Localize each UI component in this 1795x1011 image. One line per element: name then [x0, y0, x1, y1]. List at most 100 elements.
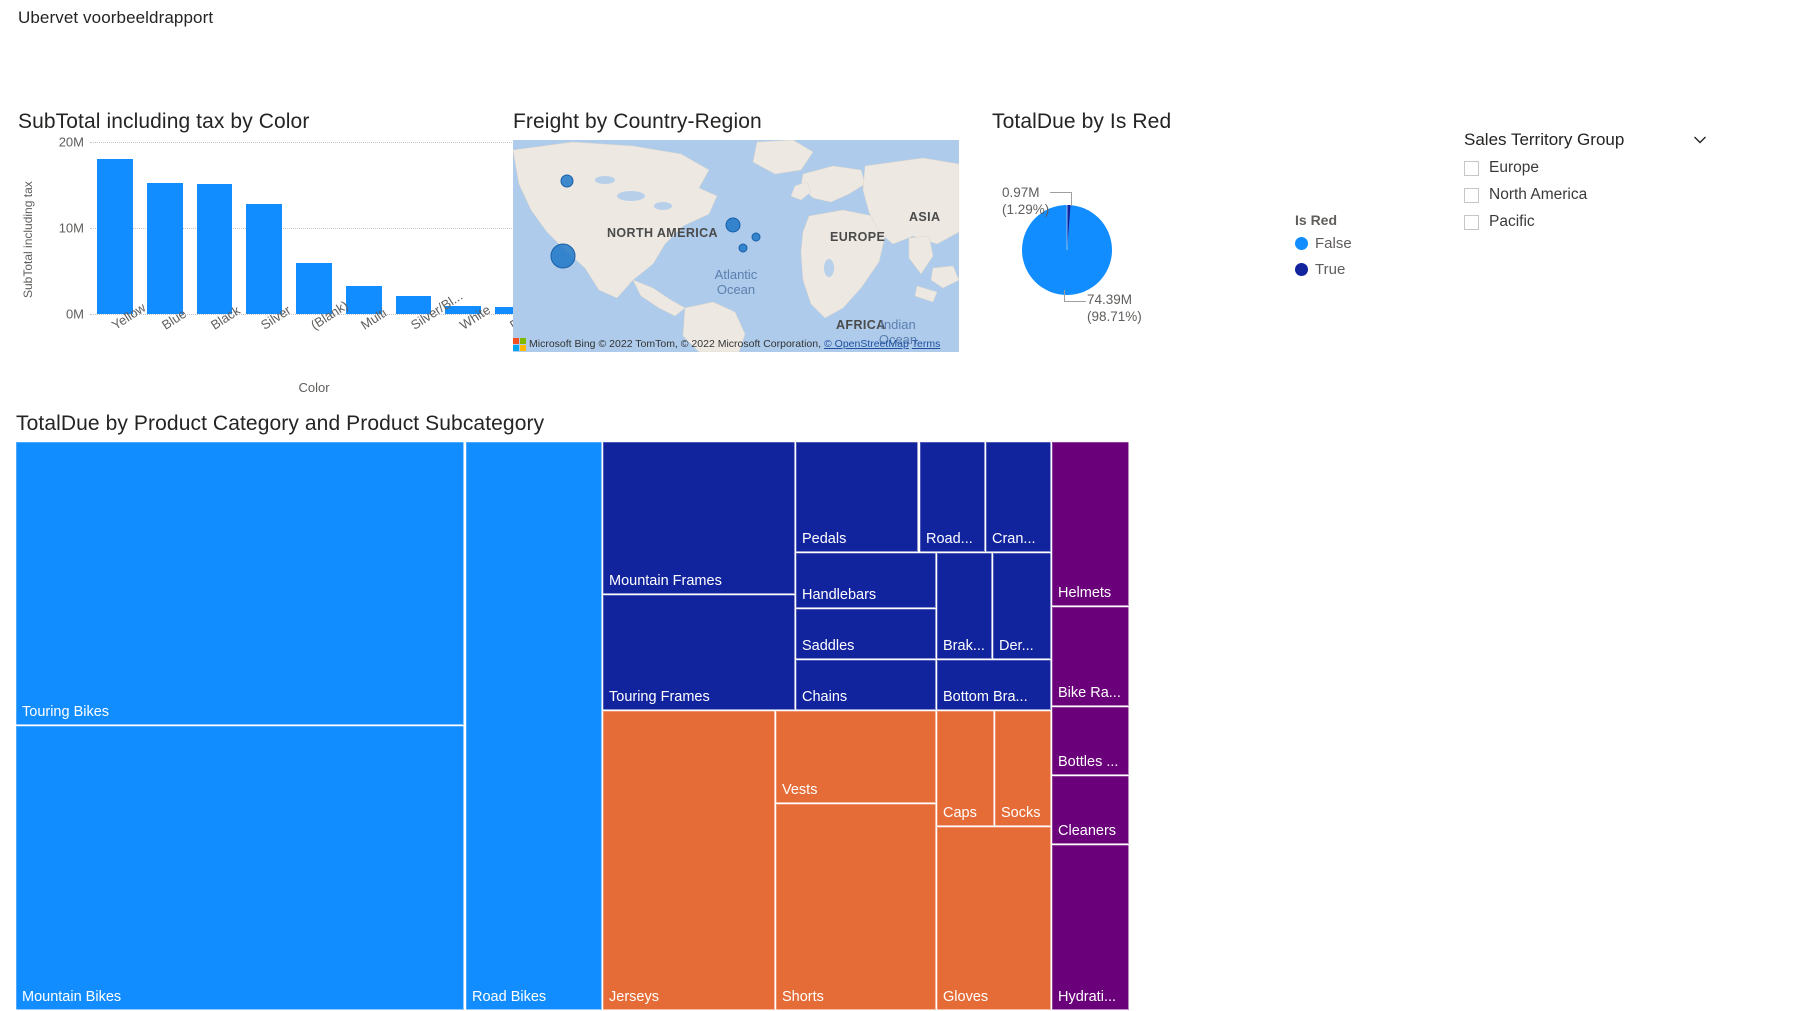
treemap-node-pedals[interactable]: Pedals [796, 442, 918, 552]
treemap-node-road[interactable]: Road... [920, 442, 985, 552]
pie-leader-true [1050, 192, 1072, 206]
checkbox-europe[interactable] [1464, 160, 1479, 176]
treemap-node-cleaners[interactable]: Cleaners [1052, 776, 1129, 844]
terms-link[interactable]: Terms [912, 338, 941, 350]
x-label-slot: White [438, 302, 493, 378]
bar-yellow[interactable] [96, 159, 133, 314]
map-bubble-germany[interactable] [751, 232, 761, 242]
treemap-node-mountain-bikes[interactable]: Mountain Bikes [16, 726, 464, 1010]
treemap-node-touring-frames[interactable]: Touring Frames [603, 595, 795, 710]
map-bubble-france[interactable] [738, 243, 748, 253]
treemap-node-caps[interactable]: Caps [937, 711, 994, 826]
treemap-node-label: Bottles ... [1058, 754, 1119, 771]
bar-chart-plot: SubTotal including tax 20M 10M 0M Yellow… [18, 135, 558, 395]
treemap-node-label: Brak... [943, 638, 985, 655]
treemap-node-der[interactable]: Der... [993, 553, 1051, 659]
treemap-node-label: Shorts [782, 989, 824, 1006]
legend-swatch-true-icon [1295, 263, 1308, 276]
map-visual[interactable]: Freight by Country-Region NORTH AMERICA … [513, 110, 973, 378]
treemap-node-label: Mountain Bikes [22, 989, 122, 1006]
treemap-node-label: Road Bikes [472, 989, 547, 1006]
checkbox-pacific[interactable] [1464, 214, 1479, 230]
treemap-node-hydrati[interactable]: Hydrati... [1052, 845, 1129, 1010]
map-bubble-united-states[interactable] [550, 243, 576, 269]
treemap-node-handlebars[interactable]: Handlebars [796, 553, 936, 608]
x-label-slot: (Blank) [289, 298, 351, 378]
legend-label-true: True [1315, 261, 1346, 278]
slicer-label-europe: Europe [1489, 159, 1539, 176]
map-label-europe: EUROPE [830, 230, 886, 244]
bar-slot [339, 142, 389, 314]
treemap-node-saddles[interactable]: Saddles [796, 609, 936, 659]
treemap-node-bottles[interactable]: Bottles ... [1052, 707, 1129, 775]
treemap-node-chains[interactable]: Chains [796, 660, 936, 710]
treemap-node-socks[interactable]: Socks [995, 711, 1051, 826]
treemap-node-bike-ra[interactable]: Bike Ra... [1052, 607, 1129, 706]
map-bubble-canada[interactable] [560, 174, 574, 188]
bar-y-tick-20M: 20M [58, 134, 84, 150]
pie-legend: Is Red False True [1295, 212, 1415, 287]
treemap-node-label: Socks [1001, 805, 1041, 822]
bar-slot [239, 142, 289, 314]
treemap-node-label: Mountain Frames [609, 573, 722, 590]
slicer-title: Sales Territory Group [1464, 130, 1625, 149]
treemap-node-helmets[interactable]: Helmets [1052, 442, 1129, 606]
treemap-node-jerseys[interactable]: Jerseys [603, 711, 775, 1010]
chevron-down-icon[interactable] [1691, 131, 1709, 149]
treemap-node-cran[interactable]: Cran... [986, 442, 1051, 552]
legend-item-true[interactable]: True [1295, 261, 1415, 278]
microsoft-logo-icon [513, 337, 526, 351]
pie-callout-false-value: 74.39M [1087, 292, 1133, 307]
bar-black[interactable] [196, 184, 233, 314]
treemap-node-road-bikes[interactable]: Road Bikes [466, 442, 602, 1010]
slicer-item-pacific[interactable]: Pacific [1464, 213, 1724, 231]
bar-chart-visual[interactable]: SubTotal including tax by Color SubTotal… [18, 110, 558, 395]
map-title: Freight by Country-Region [513, 110, 762, 133]
sales-territory-group-slicer[interactable]: Sales Territory Group Europe North Ameri… [1464, 130, 1724, 231]
checkbox-north-america[interactable] [1464, 187, 1479, 203]
bar-y-tick-0M: 0M [65, 306, 84, 322]
treemap-node-label: Bike Ra... [1058, 685, 1121, 702]
pie-leader-false [1064, 290, 1086, 302]
treemap-node-gloves[interactable]: Gloves [937, 827, 1051, 1010]
pie-chart-visual[interactable]: TotalDue by Is Red 0.97M (1.29%) 74.39M … [992, 110, 1292, 370]
slicer-item-north-america[interactable]: North America [1464, 186, 1724, 204]
treemap-node-brak[interactable]: Brak... [937, 553, 992, 659]
treemap-node-vests[interactable]: Vests [776, 711, 936, 803]
bar-slot [289, 142, 339, 314]
bar-plot-area [90, 142, 538, 314]
bar-slot [190, 142, 240, 314]
bar-x-axis-title: Color [298, 380, 330, 395]
pie-callout-true-percent: (1.29%) [1002, 201, 1050, 217]
slicer-item-europe[interactable]: Europe [1464, 159, 1724, 177]
pie-chart-title: TotalDue by Is Red [992, 110, 1172, 133]
ocean-label-atlantic: Atlantic Ocean [714, 267, 758, 297]
map-label-asia: ASIA [909, 210, 941, 224]
pie-legend-title: Is Red [1295, 212, 1338, 228]
treemap-node-label: Touring Bikes [22, 704, 110, 721]
treemap-node-mountain-frames[interactable]: Mountain Frames [603, 442, 795, 594]
treemap-title: TotalDue by Product Category and Product… [16, 412, 545, 435]
map-copyright-text: © 2022 TomTom, © 2022 Microsoft Corporat… [598, 338, 821, 350]
x-label-slot: Silver [239, 302, 293, 378]
treemap-node-shorts[interactable]: Shorts [776, 804, 936, 1010]
x-label-slot: Multi [339, 305, 389, 378]
pie-callout-true: 0.97M (1.29%) [1002, 185, 1049, 219]
treemap-node-label: Road... [926, 531, 973, 548]
treemap-node-touring-bikes[interactable]: Touring Bikes [16, 442, 464, 725]
map-bubble-united-kingdom[interactable] [725, 217, 741, 233]
treemap-visual[interactable]: TotalDue by Product Category and Product… [16, 412, 1146, 1011]
treemap-node-label: Gloves [943, 989, 989, 1006]
treemap-node-label: Caps [943, 805, 977, 822]
pie-callout-false: 74.39M (98.71%) [1087, 292, 1142, 326]
x-label-slot: Silver/Bl... [389, 288, 465, 378]
bar-blue[interactable] [146, 183, 183, 314]
legend-item-false[interactable]: False [1295, 235, 1415, 252]
report-page: Ubervet voorbeeldrapport SubTotal includ… [0, 0, 1795, 1011]
openstreetmap-link[interactable]: © OpenStreetMap [824, 338, 909, 350]
bar-silver[interactable] [246, 203, 283, 314]
bar-slot [90, 142, 140, 314]
map-canvas[interactable]: NORTH AMERICA EUROPE ASIA AFRICA SOUTH A… [513, 140, 959, 352]
legend-label-false: False [1315, 235, 1352, 252]
treemap-node-bottom-bra[interactable]: Bottom Bra... [937, 660, 1051, 710]
